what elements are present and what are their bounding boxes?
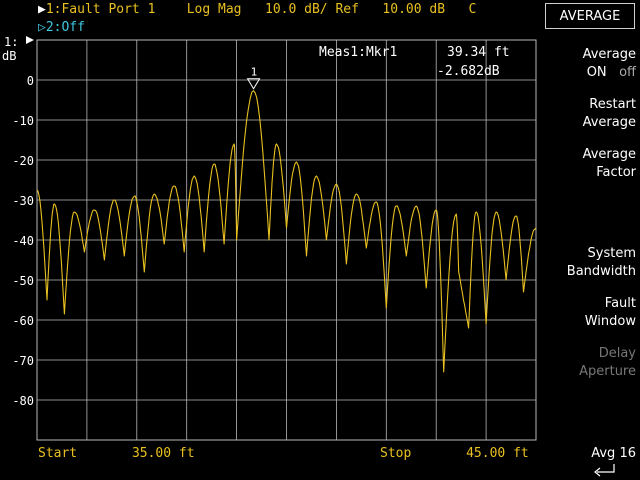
active-trace-arrow-icon: ▶: [38, 2, 46, 17]
y-tick-labels: 0 -10 -20 -30 -40 -50 -60 -70 -80: [12, 74, 34, 408]
enter-return-icon: [594, 464, 615, 477]
softkey-line1: Fault: [604, 296, 636, 311]
plot-grid: [36, 39, 537, 441]
measurement-distance: 39.34 ft: [447, 45, 510, 60]
trace-2-name: ▷2:Off: [38, 20, 85, 35]
softkey-delay-aperture: Delay Aperture: [544, 345, 636, 381]
softkey-line1: Average: [582, 147, 636, 162]
y-tick-label: -60: [12, 314, 34, 328]
start-label: Start: [38, 446, 78, 461]
softkey-line2: Window: [584, 314, 636, 329]
softkey-fault-window[interactable]: Fault Window: [544, 295, 636, 331]
y-tick-label: -20: [12, 154, 34, 168]
softkey-line2: ON off: [544, 64, 636, 82]
marker-1[interactable]: 1: [246, 66, 261, 90]
y-tick-label: -30: [12, 194, 34, 208]
softkey-line2: Factor: [596, 165, 636, 180]
off-option: off: [619, 65, 636, 80]
y-tick-label: -70: [12, 354, 34, 368]
softkey-line1: Delay: [598, 346, 636, 361]
measurement-value: -2.682dB: [437, 64, 500, 79]
softkey-line1: Restart: [589, 97, 636, 112]
softkey-line1: System: [587, 246, 636, 261]
average-status: Avg 16: [591, 446, 636, 461]
softkey-line2: Aperture: [579, 364, 636, 379]
y-tick-label: -50: [12, 274, 34, 288]
softkey-average-on-off[interactable]: Average ON off: [544, 46, 636, 82]
trace-1-header[interactable]: ▶1:Fault Port 1 Log Mag 10.0 dB/ Ref 10.…: [38, 2, 476, 18]
softkey-system-bandwidth[interactable]: System Bandwidth: [544, 245, 636, 281]
y-tick-label: -40: [12, 234, 34, 248]
start-value: 35.00 ft: [131, 446, 195, 461]
correction-flag: C: [468, 2, 477, 17]
softkey-average-factor[interactable]: Average Factor: [544, 146, 636, 182]
axis-unit: dB: [2, 49, 16, 63]
measurement-label: Meas1:Mkr1: [319, 45, 397, 60]
softkey-line2: Bandwidth: [566, 264, 636, 279]
trace-1-name: 1:Fault Port 1: [45, 2, 156, 17]
y-tick-label: -10: [12, 114, 34, 128]
softkey-line1: Average: [582, 47, 636, 62]
stop-value: 45.00 ft: [466, 446, 529, 461]
start-annotation[interactable]: Start 35.00 ft: [38, 446, 195, 462]
trace-1-scale: 10.0 dB/: [265, 2, 328, 17]
trace-tag: 1:: [4, 35, 18, 49]
trace-1-format: Log Mag: [186, 2, 242, 17]
stop-annotation[interactable]: Stop 45.00 ft: [380, 446, 529, 462]
softkey-restart-average[interactable]: Restart Average: [544, 96, 636, 132]
y-tick-label: 0: [27, 74, 34, 88]
marker-number: 1: [251, 66, 258, 79]
menu-title-average: AVERAGE: [545, 3, 635, 29]
on-option: ON: [586, 65, 607, 80]
stop-label: Stop: [380, 446, 412, 461]
softkey-line2: Average: [582, 115, 636, 130]
trace-2-header[interactable]: ▷2:Off: [38, 20, 85, 36]
trace-1-ref-label: Ref: [335, 2, 359, 17]
trace-1-ref-value: 10.00 dB: [382, 2, 446, 17]
y-tick-label: -80: [12, 394, 34, 408]
trace-tag-arrow-icon: [26, 36, 34, 44]
